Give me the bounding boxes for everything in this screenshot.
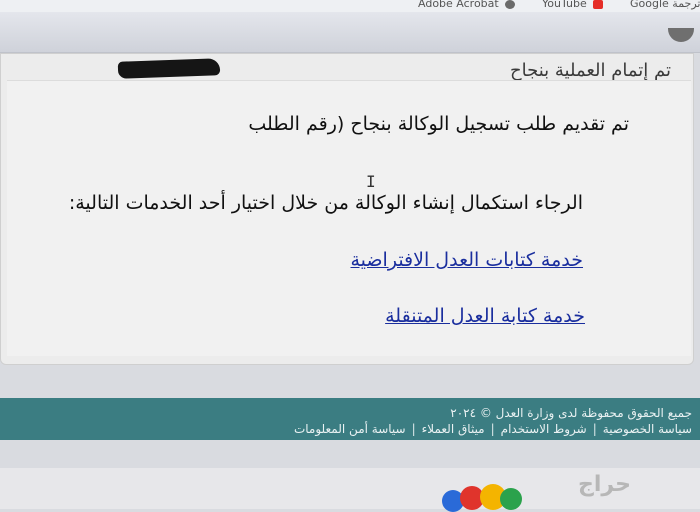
success-panel: تم إتمام العملية بنجاح تم تقديم طلب تسجي…: [0, 53, 694, 365]
site-header-band: [0, 12, 700, 53]
footer-separator: |: [490, 422, 495, 436]
instruction-text: الرجاء استكمال إنشاء الوكالة من خلال اخت…: [68, 192, 583, 214]
bookmark-label: YouTube: [542, 0, 587, 10]
youtube-icon: [593, 0, 604, 9]
footer-separator: |: [592, 422, 597, 436]
footer-link-privacy[interactable]: سياسة الخصوصية: [603, 422, 692, 436]
footer-link-security[interactable]: سياسة أمن المعلومات: [294, 422, 406, 436]
site-footer: جميع الحقوق محفوظة لدى وزارة العدل © ٢٠٢…: [0, 398, 700, 440]
bookmark-youtube[interactable]: YouTube: [542, 0, 606, 10]
mobile-notary-link[interactable]: خدمة كتابة العدل المتنقلة: [385, 305, 585, 327]
bookmark-label: Adobe Acrobat: [418, 0, 499, 10]
footer-link-terms[interactable]: شروط الاستخدام: [501, 422, 587, 436]
request-message: تم تقديم طلب تسجيل الوكالة بنجاح (رقم ال…: [248, 113, 629, 135]
avatar-icon[interactable]: [668, 28, 694, 42]
bookmark-label: Google ترجمة: [630, 0, 700, 10]
copyright-text: جميع الحقوق محفوظة لدى وزارة العدل © ٢٠٢…: [450, 406, 692, 420]
panel-body: تم تقديم طلب تسجيل الوكالة بنجاح (رقم ال…: [7, 80, 691, 356]
bookmarks-bar: Adobe Acrobat YouTube Google ترجمة: [0, 0, 700, 12]
footer-link-charter[interactable]: ميثاق العملاء: [422, 422, 485, 436]
bookmark-google-translate[interactable]: Google ترجمة: [630, 0, 700, 10]
redaction-mark: [117, 58, 221, 79]
bookmark-adobe-acrobat[interactable]: Adobe Acrobat: [418, 0, 518, 10]
text-cursor-icon: I: [366, 172, 376, 191]
haraj-watermark: حراج: [578, 472, 631, 497]
panel-title: تم إتمام العملية بنجاح: [510, 60, 671, 81]
footer-links: سياسة الخصوصية | شروط الاستخدام | ميثاق العم…: [294, 422, 692, 436]
footer-separator: |: [411, 422, 416, 436]
globe-icon: [505, 0, 516, 9]
virtual-notary-link[interactable]: خدمة كتابات العدل الافتراضية: [351, 249, 584, 271]
